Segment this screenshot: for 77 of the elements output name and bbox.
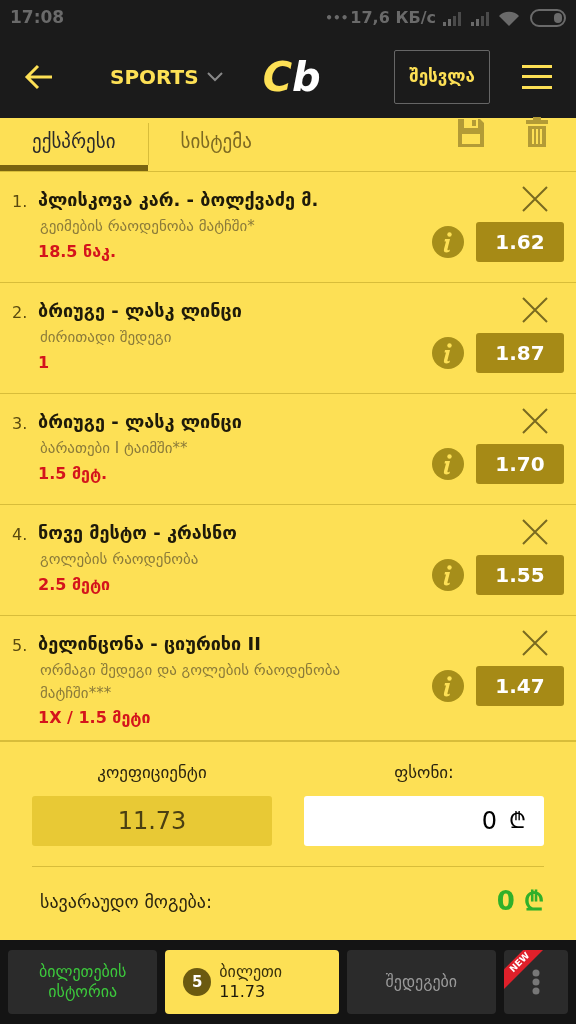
close-icon <box>522 519 548 545</box>
item-number: 5. <box>12 635 29 657</box>
match-title: ბელინცონა - ციურიხი II <box>38 632 262 656</box>
dots-text: ••• <box>325 10 349 27</box>
count-badge: 5 <box>183 968 212 996</box>
selection-text: 2.5 მეტი <box>38 573 112 596</box>
battery-icon <box>530 9 566 27</box>
wifi-icon <box>498 10 520 26</box>
network-speed-text: 17,6 КБ/с <box>350 7 436 29</box>
tab[interactable]: ექსპრესი <box>0 117 148 171</box>
signal-icon <box>442 10 462 26</box>
match-title: ბრიუგე - ლასკ ლინცი <box>38 410 243 434</box>
coefficient-value: 11.73 <box>32 795 272 846</box>
close-icon <box>522 186 548 212</box>
match-title: ბრიუგე - ლასკ ლინცი <box>38 299 243 323</box>
nav-button[interactable]: შედეგები <box>346 950 496 1014</box>
back-arrow-icon <box>24 64 54 90</box>
selection-text: 18.5 ნაკ. <box>38 240 117 263</box>
login-button[interactable]: შესვლა <box>394 50 490 104</box>
odds-badge: 1.70 <box>476 444 564 484</box>
info-button[interactable] <box>432 226 464 258</box>
odds-badge: 1.87 <box>476 333 564 373</box>
ticket-odds: 11.73 <box>219 982 266 1002</box>
info-button[interactable] <box>432 559 464 591</box>
market-text: გოლების რაოდენობა <box>39 549 200 570</box>
close-icon <box>522 630 548 656</box>
sports-dropdown[interactable]: SPORTS <box>110 62 223 92</box>
coefficient-label: კოეფიციენტი <box>97 761 207 784</box>
remove-button[interactable] <box>522 519 548 545</box>
trash-icon <box>526 117 548 147</box>
info-button[interactable] <box>432 337 464 369</box>
close-icon <box>522 408 548 434</box>
item-number: 2. <box>12 302 29 324</box>
odds-badge: 1.55 <box>476 555 564 595</box>
info-icon <box>432 226 464 258</box>
more-vertical-icon <box>532 969 540 995</box>
item-number: 4. <box>12 524 29 546</box>
nav-button[interactable]: ბილეთების ისტორია <box>8 950 158 1014</box>
signal-icon <box>470 10 490 26</box>
stake-label: ფსონი: <box>394 761 454 784</box>
market-text: ორმაგი შედეგი და გოლების რაოდენობა მატჩში*** <box>39 660 342 704</box>
ticket-button[interactable]: 5 ბილეთი 11.73 <box>165 950 339 1014</box>
save-button[interactable] <box>458 119 484 147</box>
info-button[interactable] <box>432 448 464 480</box>
tab[interactable]: სისტემა <box>148 117 284 171</box>
remove-button[interactable] <box>522 186 548 212</box>
item-number: 3. <box>12 413 29 435</box>
chevron-down-icon <box>206 72 223 82</box>
stake-input-field[interactable]: 0 ₾ <box>304 795 544 846</box>
odds-badge: 1.47 <box>476 666 564 706</box>
market-text: ბარათები I ტაიმში** <box>39 438 189 459</box>
menu-button[interactable] <box>522 65 552 89</box>
item-number: 1. <box>12 191 29 213</box>
info-icon <box>432 448 464 480</box>
market-text: ძირითადი შედეგი <box>39 327 173 348</box>
ticket-label: ბილეთი <box>219 962 283 982</box>
logo: Cb <box>262 57 321 97</box>
match-title: ნოვე მესტო - კრასნო <box>38 521 238 545</box>
remove-button[interactable] <box>522 297 548 323</box>
clock-text: 17:08 <box>10 6 65 30</box>
selection-text: 1.5 მეტ. <box>38 462 109 485</box>
odds-badge: 1.62 <box>476 222 564 262</box>
delete-button[interactable] <box>526 117 548 147</box>
remove-button[interactable] <box>522 408 548 434</box>
info-icon <box>432 559 464 591</box>
info-button[interactable] <box>432 670 464 702</box>
potential-win-label: სავარაუდო მოგება: <box>40 890 214 914</box>
selection-text: 1X / 1.5 მეტი <box>38 707 152 729</box>
match-title: პლისკოვა კარ. - ბოლქვაძე მ. <box>38 188 320 212</box>
potential-win-amount: 0 ₾ <box>496 885 544 918</box>
close-icon <box>522 297 548 323</box>
selection-text: 1 <box>38 351 51 374</box>
market-text: გეიმების რაოდენობა მატჩში* <box>39 216 256 237</box>
info-icon <box>432 337 464 369</box>
remove-button[interactable] <box>522 630 548 656</box>
menu-icon <box>522 65 552 89</box>
info-icon <box>432 670 464 702</box>
